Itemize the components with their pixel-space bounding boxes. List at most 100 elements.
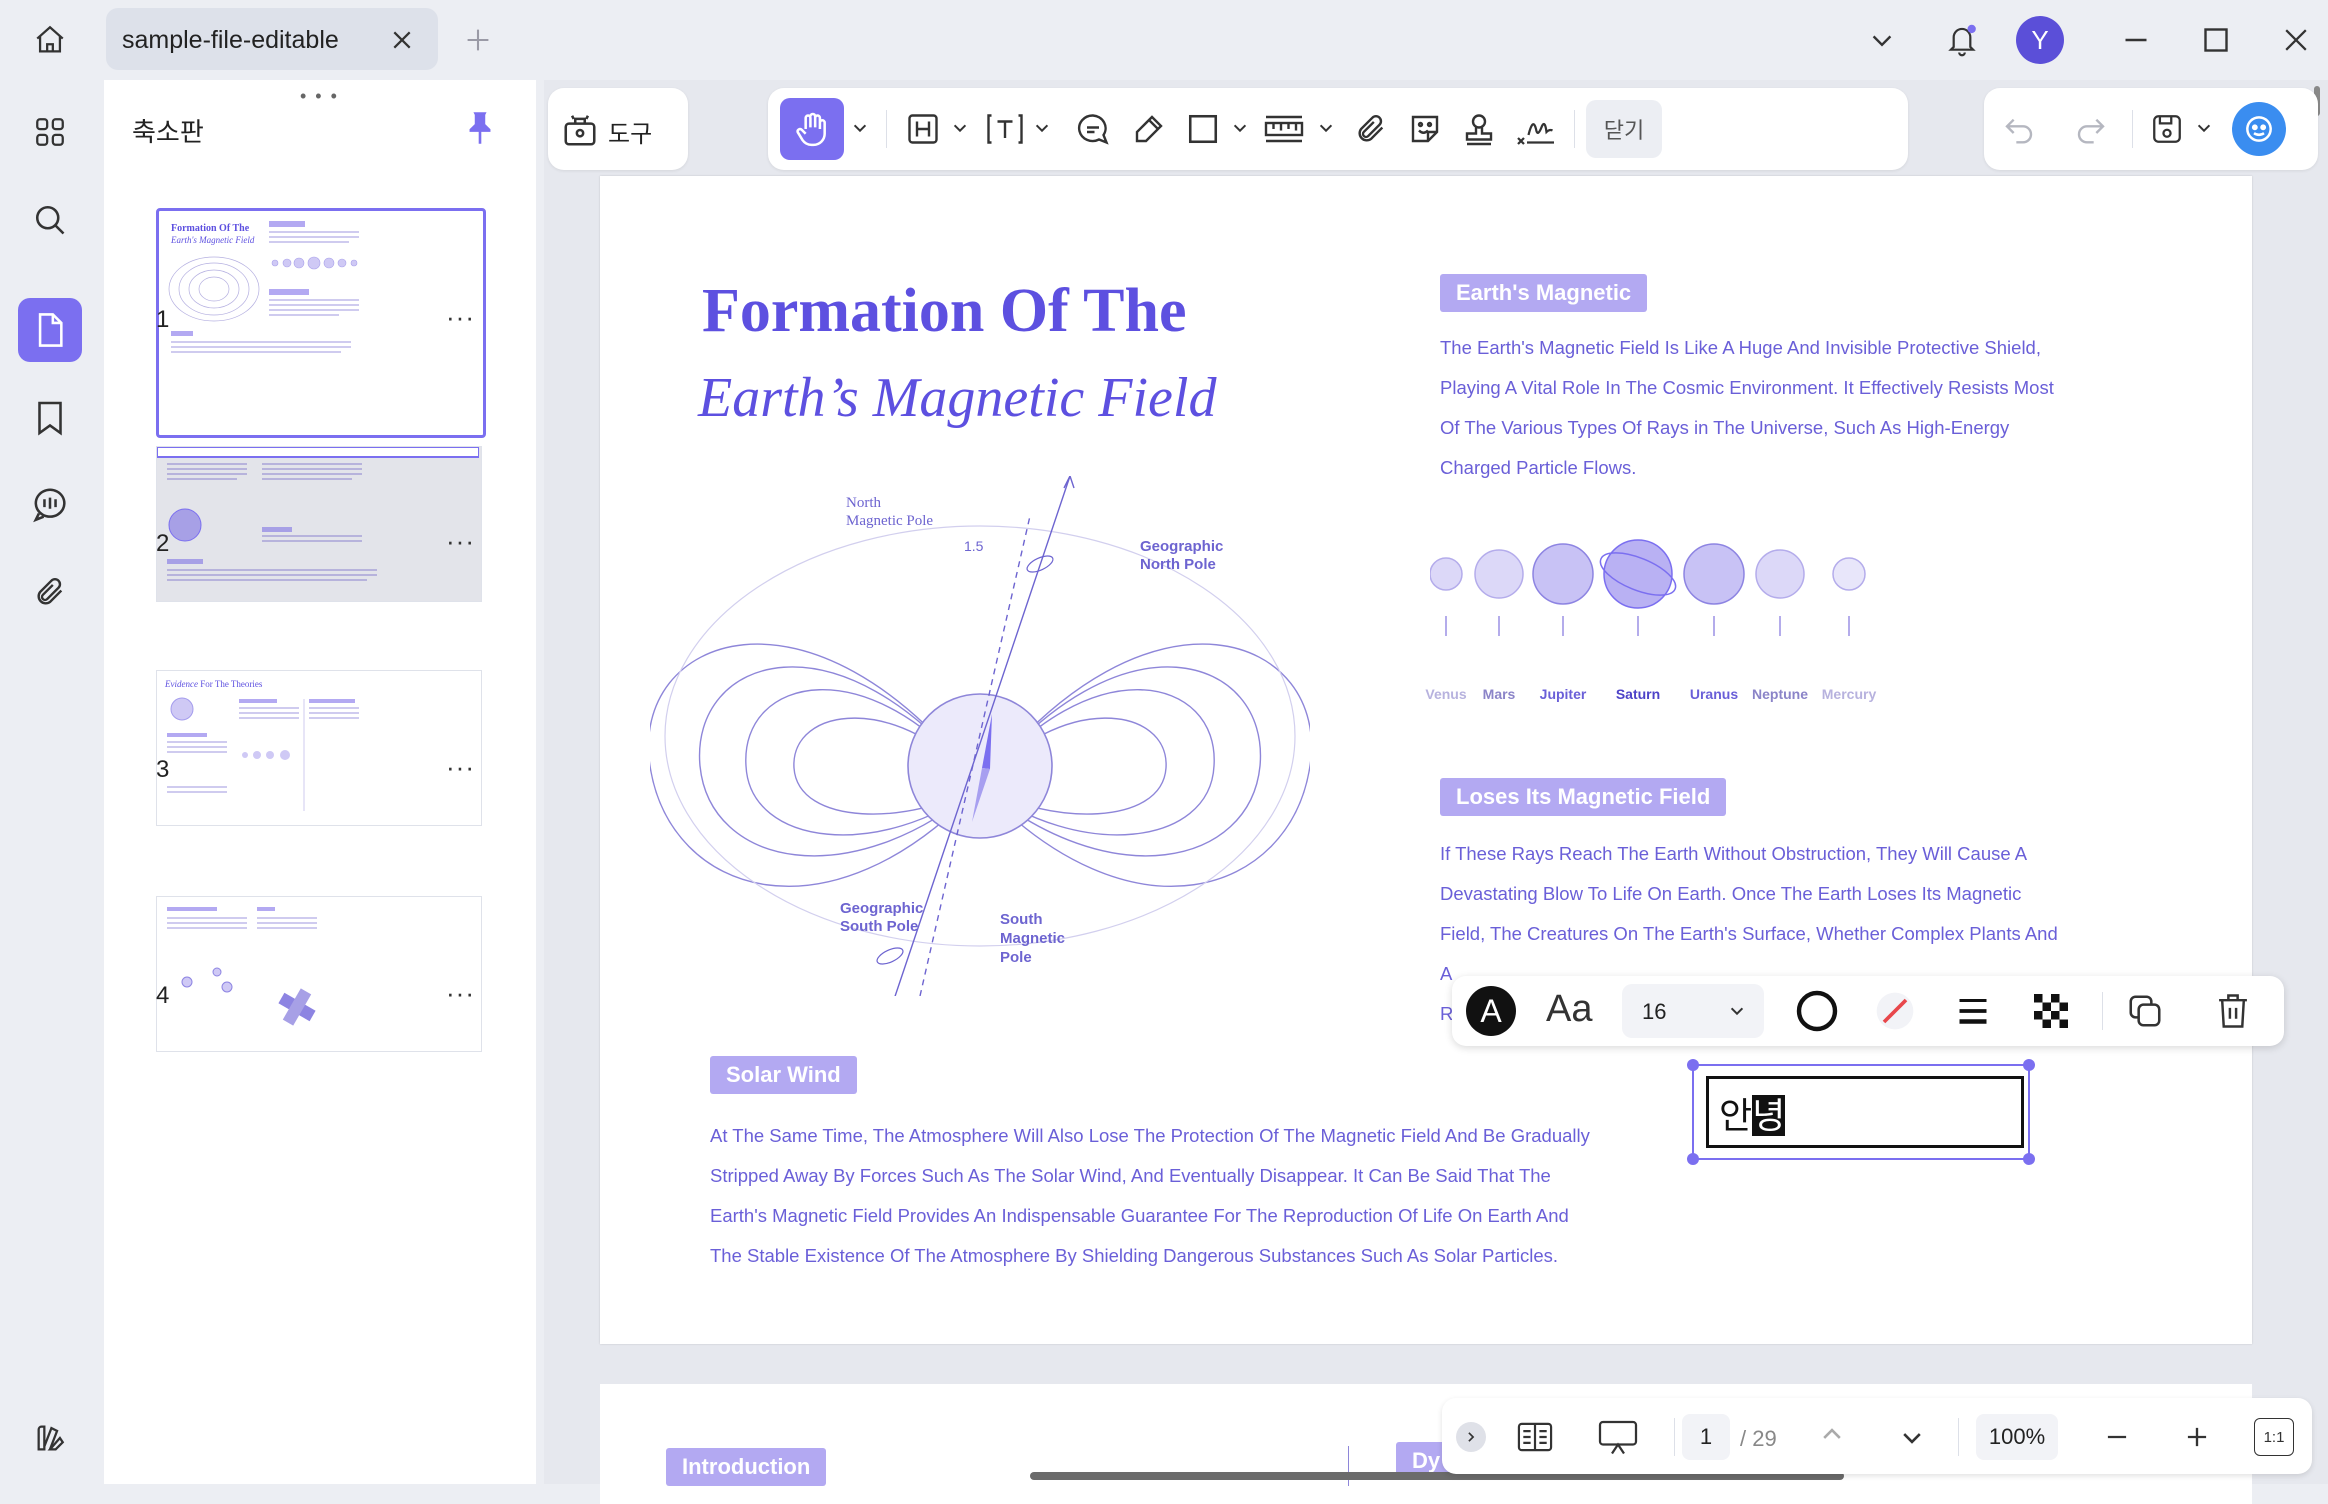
page-1-more-button[interactable]: ··· <box>446 302 475 333</box>
zoom-level[interactable]: 100% <box>1976 1414 2058 1460</box>
toolbar-divider-3 <box>2132 110 2133 148</box>
apps-grid-icon[interactable] <box>22 104 78 160</box>
resize-handle-top-left[interactable] <box>1687 1059 1699 1071</box>
textbox-text: 안 <box>1719 1095 1753 1136</box>
section-heading-solar-wind: Solar Wind <box>710 1056 857 1094</box>
font-family-icon[interactable]: Aa <box>1546 988 1592 1031</box>
signature-icon[interactable] <box>1508 106 1564 152</box>
page-number-3: 3 <box>156 756 170 783</box>
comment-tool-icon[interactable] <box>1068 106 1118 152</box>
line-weight-icon[interactable] <box>1948 986 1998 1036</box>
page-title-line-2: Earth’s Magnetic Field <box>698 367 1217 429</box>
search-icon[interactable] <box>22 192 78 248</box>
user-avatar[interactable]: Y <box>2016 16 2064 64</box>
toolbox-icon[interactable] <box>558 108 602 152</box>
font-size-chevron-icon <box>1728 1002 1746 1020</box>
section-heading-earths-magnetic: Earth's Magnetic <box>1440 274 1648 312</box>
undo-icon[interactable] <box>1996 106 2042 152</box>
page-thumbnail-4[interactable] <box>156 896 482 1052</box>
shape-chevron-icon[interactable] <box>1228 116 1252 140</box>
north-magnetic-line-1: North <box>846 495 881 511</box>
document-page-1: Formation Of The Earth’s Magnetic Field <box>600 176 2252 1344</box>
text-tool-chevron-icon[interactable] <box>1030 116 1054 140</box>
close-tab-icon[interactable] <box>384 22 420 58</box>
south-mag-line-2: Magnetic <box>1000 930 1066 947</box>
duplicate-icon[interactable] <box>2120 986 2170 1036</box>
page-2-more-button[interactable]: ··· <box>446 526 475 557</box>
highlight-tool-icon[interactable] <box>898 106 948 152</box>
save-icon[interactable] <box>2144 106 2190 152</box>
sticker-icon[interactable] <box>1400 106 1450 152</box>
comments-icon[interactable] <box>22 476 78 532</box>
page-4-more-button[interactable]: ··· <box>446 978 475 1009</box>
section3-line-1: At The Same Time, The Atmosphere Will Al… <box>710 1125 1590 1146</box>
save-chevron-icon[interactable] <box>2192 116 2216 140</box>
maximize-window-icon[interactable] <box>2194 18 2238 62</box>
drag-handle[interactable]: • • • <box>300 86 339 107</box>
redo-icon[interactable] <box>2068 106 2114 152</box>
page-thumbnail-1[interactable]: Formation Of The Earth's Magnetic Field <box>156 208 486 438</box>
minimize-window-icon[interactable] <box>2114 18 2158 62</box>
zoom-in-icon[interactable] <box>2176 1416 2218 1458</box>
document-tab[interactable]: sample-file-editable <box>106 8 438 70</box>
close-window-icon[interactable] <box>2274 18 2318 62</box>
attach-file-icon[interactable] <box>1346 106 1396 152</box>
right-toolbar <box>1984 88 2318 170</box>
font-color-icon[interactable]: A <box>1466 986 1516 1036</box>
rectangle-tool-icon[interactable] <box>1178 106 1228 152</box>
close-tools-button[interactable]: 닫기 <box>1586 100 1662 158</box>
south-mag-line-3: Pole <box>1000 949 1032 966</box>
home-icon[interactable] <box>22 18 78 62</box>
geo-south-line-1: Geographic <box>840 900 924 917</box>
page-3-more-button[interactable]: ··· <box>446 752 475 783</box>
ai-assistant-icon[interactable] <box>2232 102 2286 156</box>
new-tab-icon[interactable] <box>460 22 496 58</box>
text-tool-icon[interactable] <box>980 106 1030 152</box>
toolbar-divider <box>886 110 887 148</box>
thumbnails-icon[interactable] <box>18 298 82 362</box>
attachment-icon[interactable] <box>22 564 78 620</box>
collapse-bar-icon[interactable] <box>1456 1422 1486 1452</box>
page-layout-icon[interactable] <box>1512 1414 1558 1460</box>
geographic-south-label: Geographic South Pole <box>840 900 923 936</box>
resize-handle-top-right[interactable] <box>2023 1059 2035 1071</box>
hand-tool-icon[interactable] <box>780 98 844 160</box>
geo-south-line-2: South Pole <box>840 918 919 935</box>
section1-line-3: Of The Various Types Of Rays in The Univ… <box>1440 417 2010 438</box>
bookmark-icon[interactable] <box>22 390 78 446</box>
next-page-icon[interactable] <box>1892 1418 1932 1458</box>
actual-size-button[interactable]: 1:1 <box>2254 1418 2294 1456</box>
section2-line-1: If These Rays Reach The Earth Without Ob… <box>1440 843 2028 864</box>
left-rail <box>0 80 100 1484</box>
chevron-down-icon[interactable] <box>1864 22 1900 58</box>
textbox-input[interactable]: 안녕 <box>1706 1076 2024 1148</box>
tab-title: sample-file-editable <box>122 26 339 54</box>
zoom-out-icon[interactable] <box>2096 1416 2138 1458</box>
hand-tool-chevron-icon[interactable] <box>848 116 872 140</box>
nav-divider <box>1674 1418 1675 1456</box>
measure-chevron-icon[interactable] <box>1314 116 1338 140</box>
pin-icon[interactable] <box>460 108 500 148</box>
resize-handle-bottom-left[interactable] <box>1687 1153 1699 1165</box>
previous-page-icon[interactable] <box>1812 1414 1852 1454</box>
theme-toggle-icon[interactable] <box>22 1410 78 1466</box>
thumb3-title-rest: For The Theories <box>197 679 263 689</box>
current-page-input[interactable]: 1 <box>1682 1414 1730 1460</box>
stamp-icon[interactable] <box>1454 106 1504 152</box>
measure-tool-icon[interactable] <box>1254 106 1314 152</box>
textbox-selection[interactable]: 안녕 <box>1687 1059 2035 1165</box>
tools-label[interactable]: 도구 <box>608 114 652 149</box>
font-size-select[interactable]: 16 <box>1622 984 1764 1038</box>
fill-color-none-icon[interactable] <box>1870 986 1920 1036</box>
thumb3-title-italic: Evidence <box>165 679 198 689</box>
page-thumbnail-3[interactable]: Evidence For The Theories <box>156 670 482 826</box>
delete-icon[interactable] <box>2208 986 2258 1036</box>
pen-tool-icon[interactable] <box>1124 106 1174 152</box>
resize-handle-bottom-right[interactable] <box>2023 1153 2035 1165</box>
notification-bell-icon[interactable] <box>1940 18 1984 62</box>
presentation-icon[interactable] <box>1590 1414 1646 1460</box>
border-color-icon[interactable] <box>1792 986 1842 1036</box>
opacity-icon[interactable] <box>2026 986 2076 1036</box>
highlight-chevron-icon[interactable] <box>948 116 972 140</box>
page-thumbnail-2[interactable] <box>156 446 482 602</box>
